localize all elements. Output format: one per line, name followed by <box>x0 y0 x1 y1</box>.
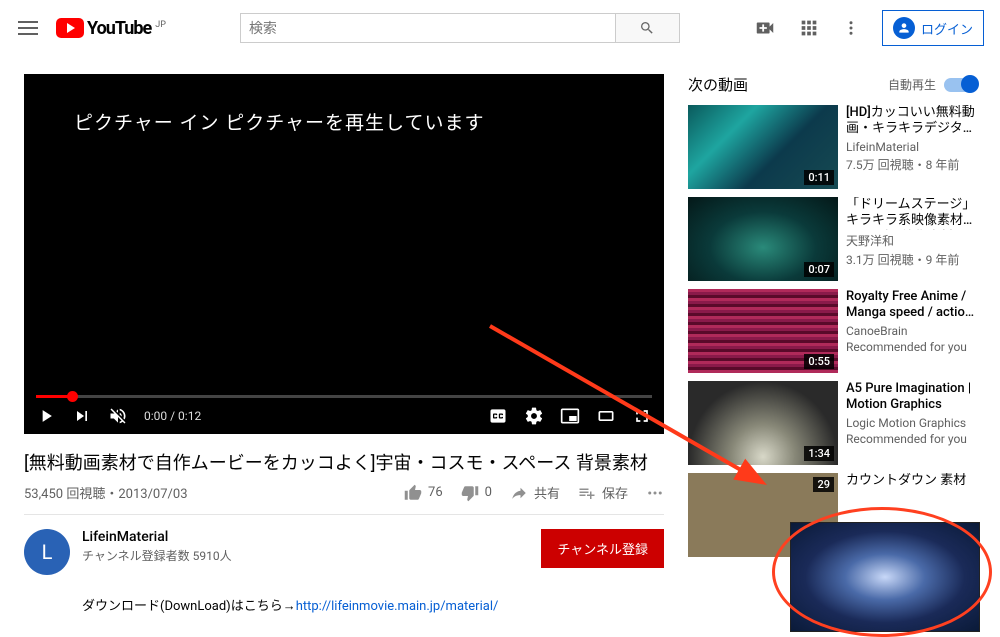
share-icon <box>510 484 528 502</box>
subtitle-icon[interactable] <box>488 406 508 426</box>
content: ピクチャー イン ピクチャーを再生しています 0:00 / 0:12 <box>0 56 1000 632</box>
thumbnail: 0:11 <box>688 105 838 189</box>
video-player[interactable]: ピクチャー イン ピクチャーを再生しています 0:00 / 0:12 <box>24 74 664 434</box>
search-button[interactable] <box>616 13 680 43</box>
more-horizontal-icon <box>646 484 664 502</box>
mute-icon[interactable] <box>108 406 128 426</box>
youtube-play-icon <box>56 18 84 38</box>
share-button[interactable]: 共有 <box>510 483 560 502</box>
video-stats: 53,450 回視聴・2013/07/03 <box>24 483 188 502</box>
play-icon[interactable] <box>36 406 56 426</box>
user-icon <box>893 17 915 39</box>
topbar-left: YouTube JP <box>16 16 166 40</box>
pip-overlay[interactable] <box>790 522 980 632</box>
autoplay-control: 自動再生 <box>888 76 976 93</box>
gear-icon[interactable] <box>524 406 544 426</box>
thumbnail: 0:07 <box>688 197 838 281</box>
fullscreen-icon[interactable] <box>632 406 652 426</box>
recommendation-item[interactable]: 0:07 「ドリームステージ」キラキラ系映像素材SDビデオ編集素材54天野洋和3… <box>688 197 976 281</box>
next-icon[interactable] <box>72 406 92 426</box>
search-icon <box>639 20 655 36</box>
avatar[interactable]: L <box>24 529 70 575</box>
logo-region: JP <box>155 20 166 30</box>
video-title: [無料動画素材で自作ムービーをカッコよく]宇宙・コスモ・スペース 背景素材 <box>24 452 664 475</box>
login-button[interactable]: ログイン <box>882 10 984 46</box>
autoplay-label: 自動再生 <box>888 76 936 93</box>
search-form <box>240 13 680 43</box>
recommendation-item[interactable]: 1:34 A5 Pure Imagination | Motion Graphi… <box>688 381 976 465</box>
channel-name[interactable]: LifeinMaterial <box>82 529 529 545</box>
topbar-right: ログイン <box>754 10 984 46</box>
description-link[interactable]: http://lifeinmovie.main.jp/material/ <box>296 599 499 614</box>
autoplay-toggle[interactable] <box>944 78 976 92</box>
menu-icon[interactable] <box>16 16 40 40</box>
thumbnail: 1:34 <box>688 381 838 465</box>
thumb-up-icon <box>404 484 422 502</box>
settings-icon[interactable] <box>842 17 860 39</box>
main-column: ピクチャー イン ピクチャーを再生しています 0:00 / 0:12 <box>24 74 664 614</box>
logo-text: YouTube <box>87 18 151 39</box>
login-label: ログイン <box>921 19 973 38</box>
video-meta-row: 53,450 回視聴・2013/07/03 76 0 共有 保存 <box>24 483 664 515</box>
miniplayer-icon[interactable] <box>560 406 580 426</box>
upnext-title: 次の動画 <box>688 74 748 95</box>
playlist-add-icon <box>578 484 596 502</box>
channel-subscribers: チャンネル登録者数 5910人 <box>82 547 529 564</box>
recommendation-item[interactable]: 0:11 [HD]カッコいい無料動画・キラキラデジタル背景素材！free…Lif… <box>688 105 976 189</box>
video-description: ダウンロード(DownLoad)はこちら→http://lifeinmovie.… <box>82 595 664 614</box>
dislike-button[interactable]: 0 <box>461 484 492 502</box>
more-button[interactable] <box>646 484 664 502</box>
time-display: 0:00 / 0:12 <box>144 409 201 423</box>
channel-row: L LifeinMaterial チャンネル登録者数 5910人 チャンネル登録 <box>24 515 664 589</box>
youtube-logo[interactable]: YouTube JP <box>56 18 166 39</box>
pip-message: ピクチャー イン ピクチャーを再生しています <box>74 108 484 135</box>
apps-icon[interactable] <box>798 17 820 39</box>
recommendation-item[interactable]: 0:55 Royalty Free Anime / Manga speed / … <box>688 289 976 373</box>
player-controls: 0:00 / 0:12 <box>24 398 664 434</box>
save-button[interactable]: 保存 <box>578 483 628 502</box>
topbar: YouTube JP ログイン <box>0 0 1000 56</box>
create-video-icon[interactable] <box>754 17 776 39</box>
thumb-down-icon <box>461 484 479 502</box>
thumbnail: 0:55 <box>688 289 838 373</box>
search-input[interactable] <box>240 13 616 43</box>
theater-icon[interactable] <box>596 406 616 426</box>
like-button[interactable]: 76 <box>404 484 443 502</box>
